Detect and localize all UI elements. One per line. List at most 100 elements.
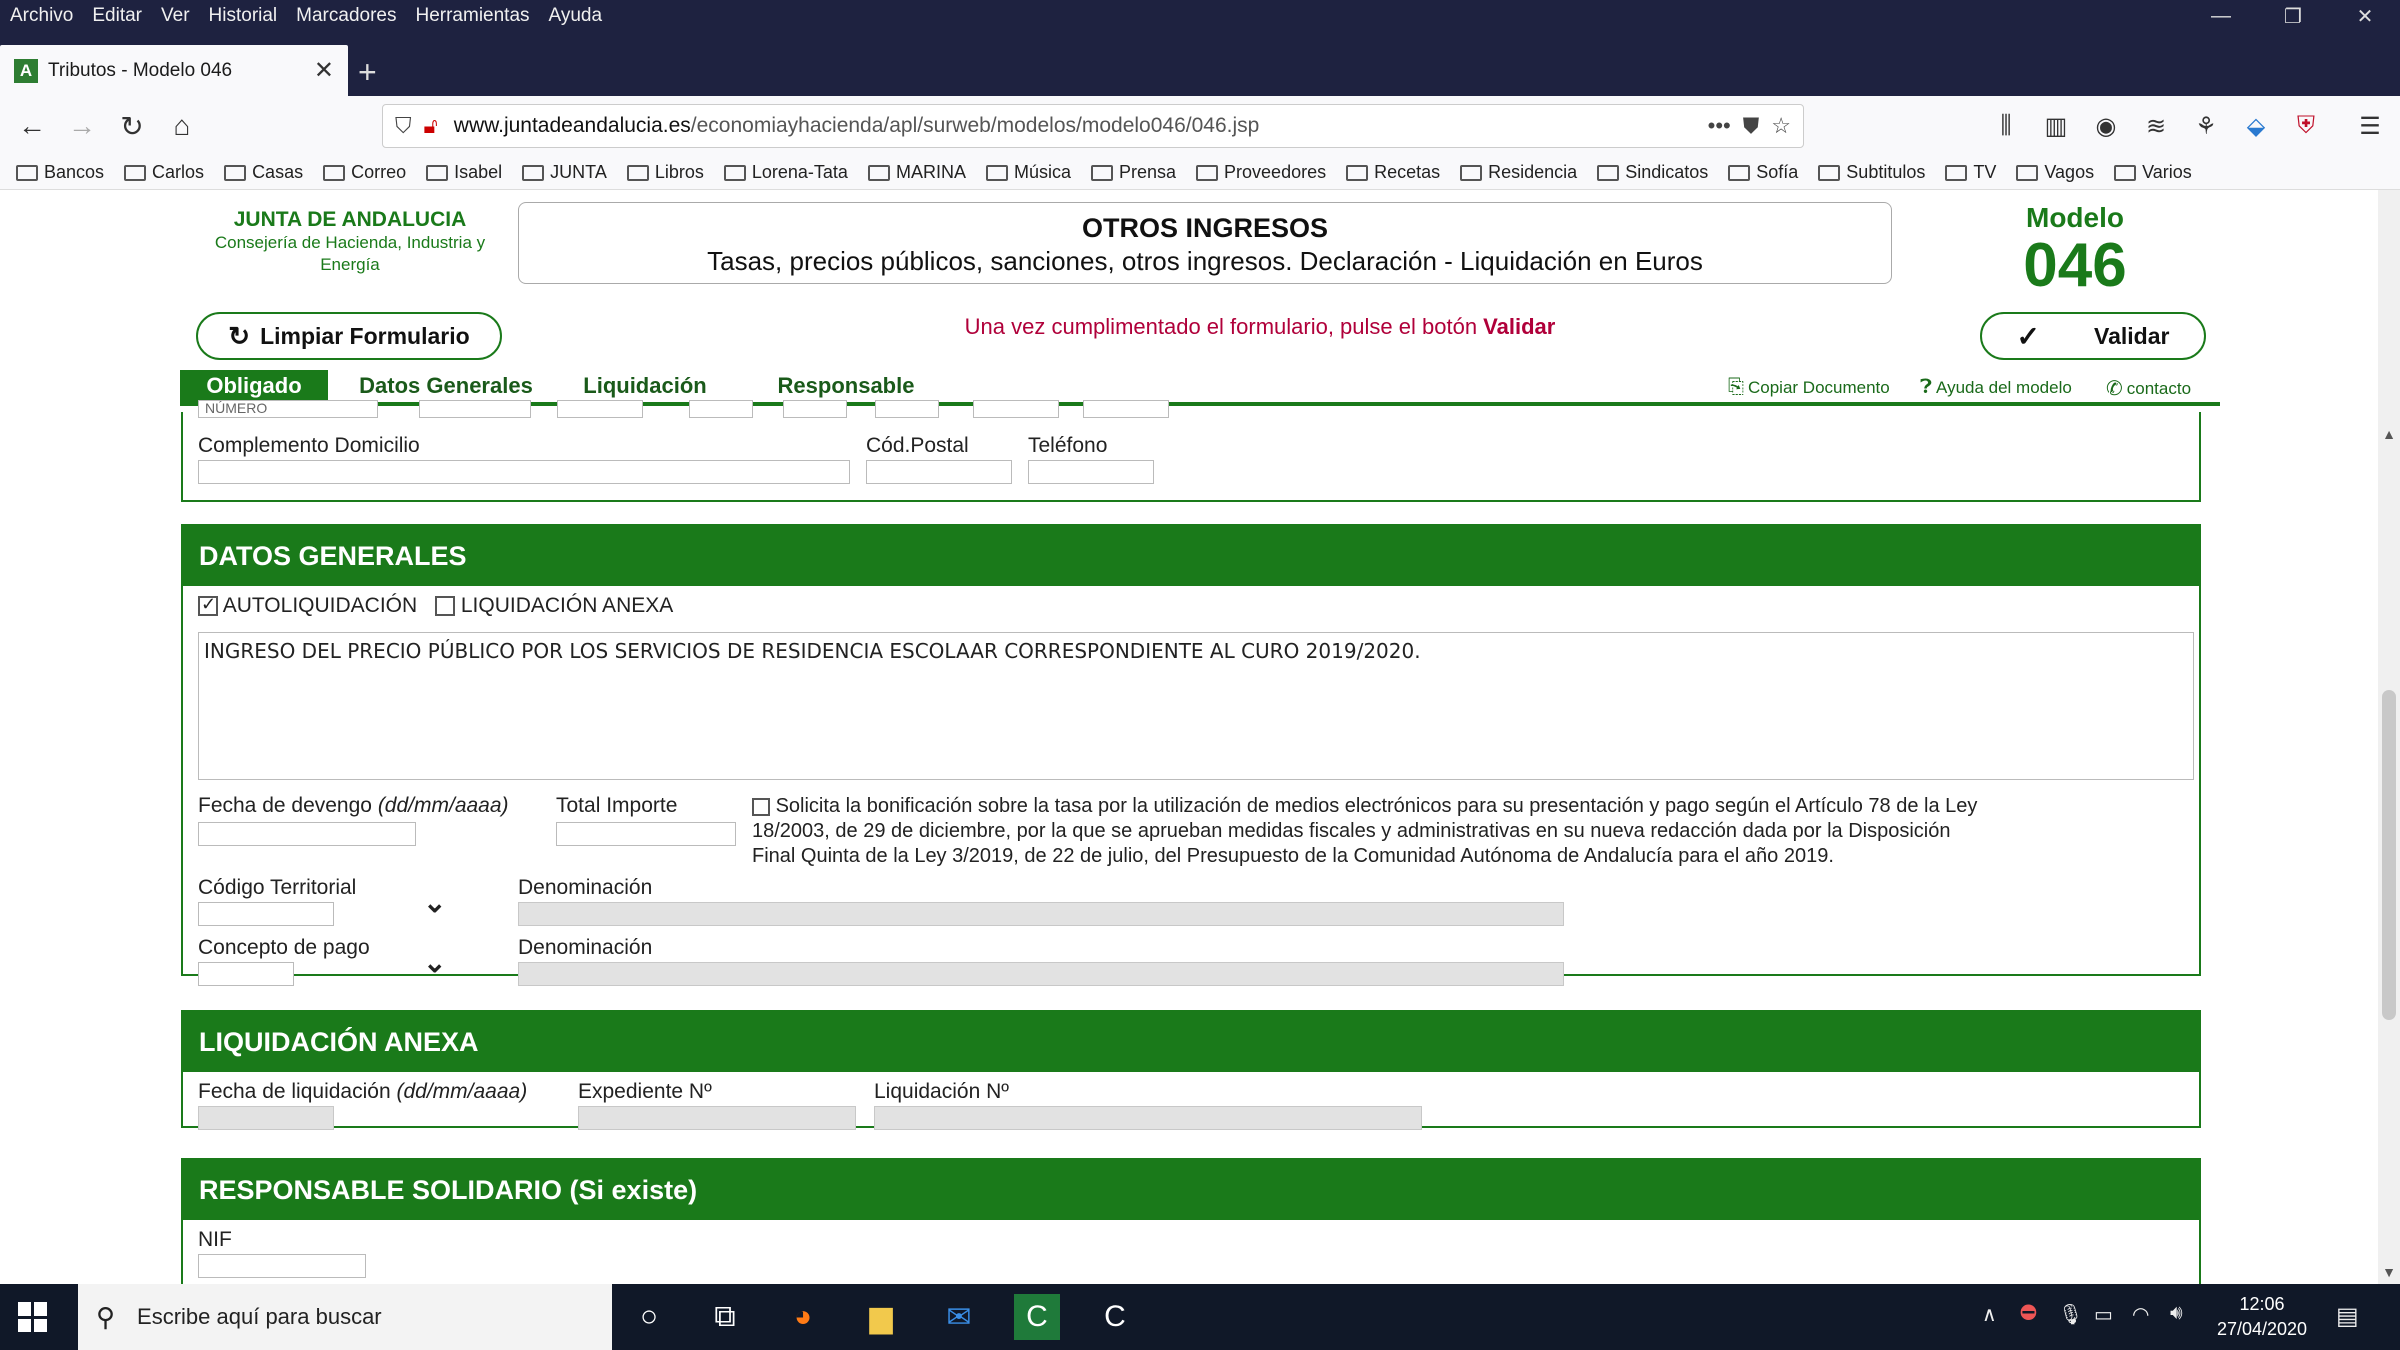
domicilio-field[interactable] xyxy=(689,400,753,418)
bookmark-folder[interactable]: Subtitulos xyxy=(1818,162,1925,183)
domicilio-field[interactable] xyxy=(1083,400,1169,418)
help-link[interactable]: ❓︎ Ayuda del modelo xyxy=(1920,376,2072,399)
domicilio-field[interactable] xyxy=(875,400,939,418)
denominacion-concepto-input[interactable] xyxy=(518,962,1564,986)
wifi-icon[interactable]: ◠ xyxy=(2132,1302,2149,1327)
file-explorer-icon[interactable]: ▆ xyxy=(858,1294,904,1340)
bookmark-folder[interactable]: Sindicatos xyxy=(1597,162,1708,183)
tab-responsable[interactable]: Responsable xyxy=(766,370,926,402)
tray-chevron-icon[interactable]: ∧ xyxy=(1982,1302,1997,1327)
menu-ver[interactable]: Ver xyxy=(161,5,190,27)
minimize-icon[interactable]: — xyxy=(2186,0,2256,32)
bookmark-folder[interactable]: Isabel xyxy=(426,162,502,183)
sidebar-icon[interactable]: ▥ xyxy=(2038,108,2074,144)
bookmark-folder[interactable]: Casas xyxy=(224,162,303,183)
pocket-icon[interactable]: ⛊ xyxy=(1743,113,1760,139)
ublock-icon[interactable]: ⛨ xyxy=(2288,108,2324,144)
domicilio-field[interactable] xyxy=(783,400,847,418)
bookmark-folder[interactable]: Varios xyxy=(2114,162,2192,183)
task-view-icon[interactable]: ⧉ xyxy=(702,1294,748,1340)
bookmark-folder[interactable]: Vagos xyxy=(2016,162,2094,183)
sync-icon[interactable]: ≋ xyxy=(2138,108,2174,144)
complemento-input[interactable] xyxy=(198,460,850,484)
volume-icon[interactable]: 🔊︎ xyxy=(2170,1302,2183,1325)
fecha-devengo-input[interactable] xyxy=(198,822,416,846)
antivirus-icon[interactable]: ⛔︎ xyxy=(2020,1302,2037,1325)
home-icon[interactable]: ⌂ xyxy=(162,106,202,146)
codigo-territorial-input[interactable] xyxy=(198,902,334,926)
copy-document-link[interactable]: ⎘ Copiar Documento xyxy=(1728,376,1890,399)
liquidacion-num-input[interactable] xyxy=(874,1106,1422,1130)
menu-editar[interactable]: Editar xyxy=(92,5,142,27)
bookmark-folder[interactable]: Prensa xyxy=(1090,162,1176,183)
menu-ayuda[interactable]: Ayuda xyxy=(549,5,603,27)
descripcion-textarea[interactable]: INGRESO DEL PRECIO PÚBLICO POR LOS SERVI… xyxy=(198,632,2194,780)
nif-input[interactable] xyxy=(198,1254,366,1278)
browser-tab[interactable]: A Tributos - Modelo 046 ✕ xyxy=(0,45,348,96)
bookmark-folder[interactable]: TV xyxy=(1945,162,1996,183)
scroll-down-icon[interactable]: ▼ xyxy=(2378,1264,2400,1280)
tab-obligado[interactable]: Obligado xyxy=(180,370,328,402)
notification-extension-icon[interactable]: ⬙ xyxy=(2238,108,2274,144)
tab-liquidacion[interactable]: Liquidación xyxy=(576,370,714,402)
mail-icon[interactable]: ✉ xyxy=(936,1294,982,1340)
fecha-liquidacion-input[interactable] xyxy=(198,1106,334,1130)
bookmark-folder[interactable]: Residencia xyxy=(1460,162,1577,183)
domicilio-field[interactable] xyxy=(419,400,531,418)
bookmark-folder[interactable]: Bancos xyxy=(16,162,104,183)
notifications-icon[interactable]: ▤ xyxy=(2336,1302,2359,1331)
domicilio-field[interactable] xyxy=(973,400,1059,418)
camtasia-recorder-icon[interactable]: C xyxy=(1092,1294,1138,1340)
total-importe-input[interactable] xyxy=(556,822,736,846)
expediente-input[interactable] xyxy=(578,1106,856,1130)
microphone-icon[interactable]: 🎙︎ xyxy=(2058,1302,2083,1327)
battery-icon[interactable]: ▭ xyxy=(2094,1302,2113,1327)
chevron-down-icon[interactable]: ⌄ xyxy=(423,946,446,979)
new-tab-icon[interactable]: + xyxy=(358,54,377,91)
forward-icon[interactable]: → xyxy=(62,106,102,146)
menu-marcadores[interactable]: Marcadores xyxy=(296,5,396,27)
validate-button[interactable]: ✓ Validar xyxy=(1980,312,2206,360)
menu-archivo[interactable]: Archivo xyxy=(10,5,73,27)
bookmark-star-icon[interactable]: ☆ xyxy=(1771,113,1791,139)
restore-icon[interactable]: ❐ xyxy=(2258,0,2328,32)
menu-herramientas[interactable]: Herramientas xyxy=(415,5,529,27)
close-window-icon[interactable]: ✕ xyxy=(2330,0,2400,32)
bookmark-folder[interactable]: JUNTA xyxy=(522,162,607,183)
cortana-icon[interactable]: ○ xyxy=(626,1294,672,1340)
page-actions-icon[interactable]: ••• xyxy=(1708,113,1731,139)
chevron-down-icon[interactable]: ⌄ xyxy=(423,886,446,919)
bookmark-folder[interactable]: Sofía xyxy=(1728,162,1798,183)
numero-select[interactable]: NÚMERO xyxy=(198,400,378,418)
hamburger-menu-icon[interactable]: ☰ xyxy=(2352,108,2388,144)
bookmark-folder[interactable]: Carlos xyxy=(124,162,204,183)
bookmark-folder[interactable]: MARINA xyxy=(867,162,966,183)
bookmark-folder[interactable]: Correo xyxy=(323,162,406,183)
library-icon[interactable]: ⫼ xyxy=(1988,108,2024,144)
url-bar[interactable]: ⛉ 🔓︎ www.juntadeandalucia.es/economiayha… xyxy=(382,104,1804,148)
liquidacion-anexa-checkbox[interactable] xyxy=(435,596,456,617)
system-clock[interactable]: 12:06 27/04/2020 xyxy=(2212,1292,2312,1342)
scrollbar-thumb[interactable] xyxy=(2382,690,2396,1020)
menu-historial[interactable]: Historial xyxy=(209,5,278,27)
windows-start-icon[interactable] xyxy=(18,1302,48,1332)
bookmark-folder[interactable]: Lorena-Tata xyxy=(723,162,848,183)
domicilio-field[interactable] xyxy=(557,400,643,418)
taskbar-search-box[interactable]: ⚲ Escribe aquí para buscar xyxy=(78,1284,612,1350)
firefox-icon[interactable]: ◕ xyxy=(780,1294,826,1340)
insecure-lock-icon[interactable]: 🔓︎ xyxy=(424,113,438,139)
back-icon[interactable]: ← xyxy=(12,106,52,146)
tab-datos-generales[interactable]: Datos Generales xyxy=(348,370,544,402)
denominacion-territorial-input[interactable] xyxy=(518,902,1564,926)
clear-form-button[interactable]: ↻ Limpiar Formulario xyxy=(196,312,502,360)
camtasia-icon[interactable]: C xyxy=(1014,1294,1060,1340)
account-icon[interactable]: ◉ xyxy=(2088,108,2124,144)
reload-icon[interactable]: ↻ xyxy=(112,106,152,146)
page-scrollbar[interactable]: ▲ ▼ xyxy=(2378,190,2400,1284)
extension-icon[interactable]: ⚘ xyxy=(2188,108,2224,144)
bookmark-folder[interactable]: Recetas xyxy=(1346,162,1440,183)
bookmark-folder[interactable]: Proveedores xyxy=(1196,162,1326,183)
bookmark-folder[interactable]: Música xyxy=(985,162,1071,183)
autoliquidacion-option[interactable]: AUTOLIQUIDACIÓN LIQUIDACIÓN ANEXA xyxy=(198,594,673,618)
shield-icon[interactable]: ⛉ xyxy=(395,113,412,139)
